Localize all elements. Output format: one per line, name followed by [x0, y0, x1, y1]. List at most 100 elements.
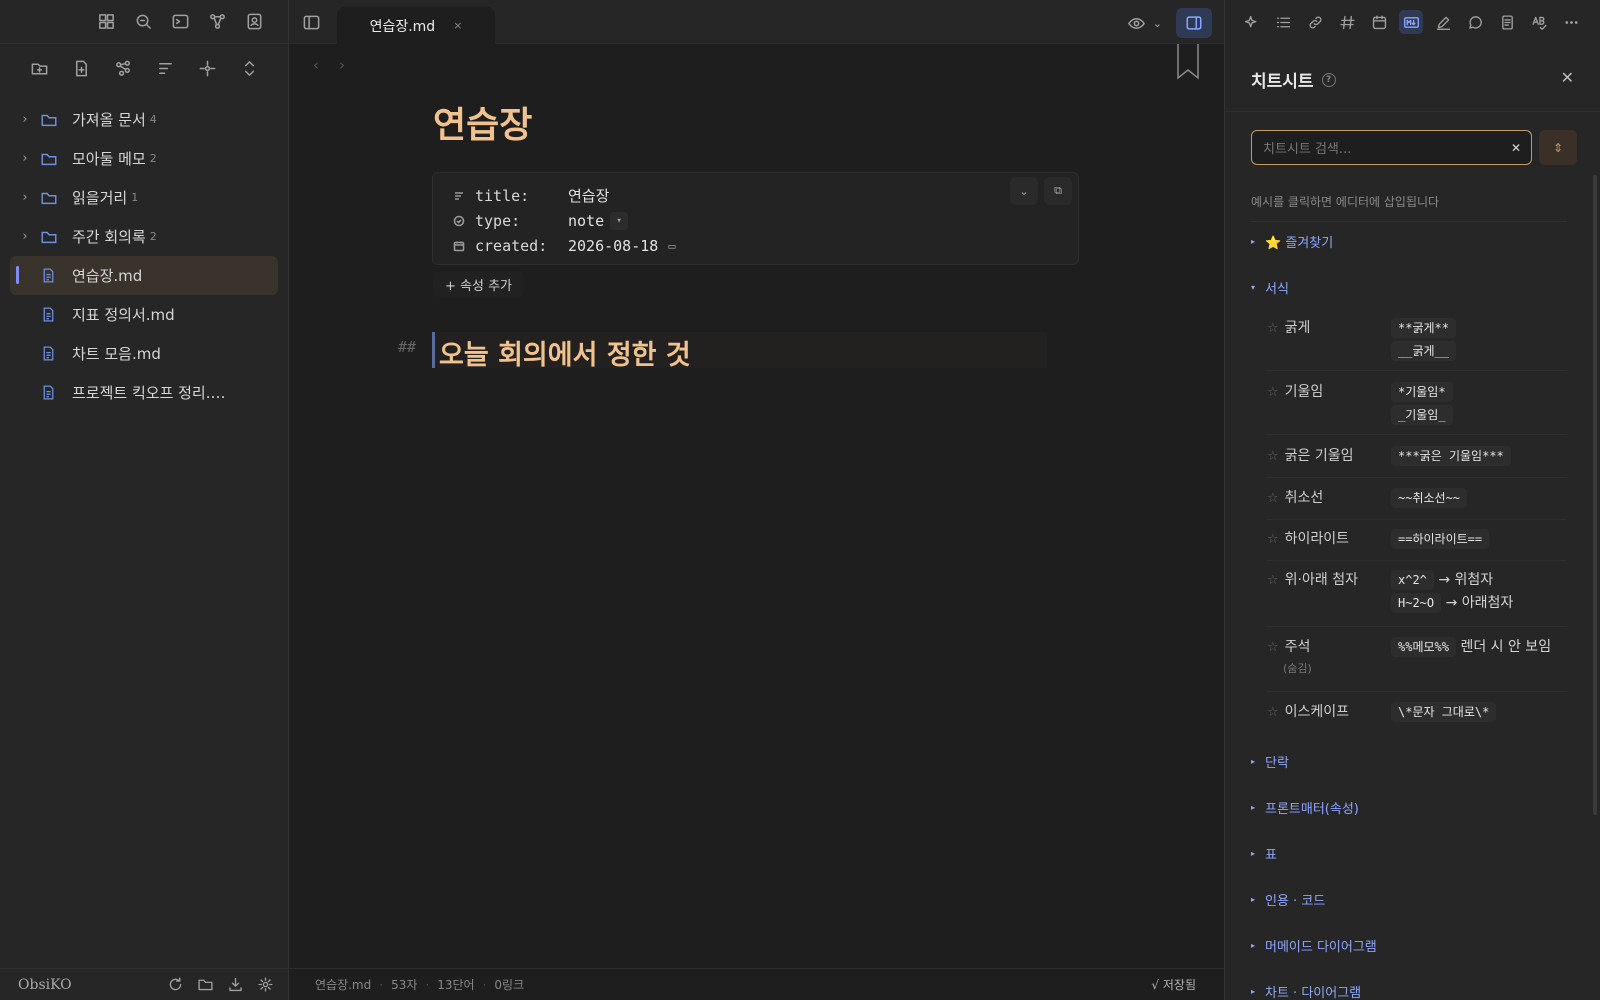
hierarchy-icon[interactable] — [111, 56, 135, 80]
sparkle-icon[interactable] — [1239, 10, 1263, 34]
property-row[interactable]: type: note ▾ — [453, 208, 1078, 233]
folder-count: 4 — [149, 113, 157, 126]
right-panel-toggle-icon[interactable] — [1176, 8, 1212, 38]
refresh-icon[interactable] — [163, 973, 187, 997]
example-code[interactable]: ~~취소선~~ — [1391, 488, 1468, 508]
star-icon[interactable]: ☆ — [1267, 385, 1279, 400]
folder-icon — [40, 111, 64, 129]
copy-icon[interactable]: ⧉ — [1044, 177, 1072, 205]
example-code[interactable]: %%메모%% — [1391, 637, 1456, 657]
list-icon[interactable] — [1271, 10, 1295, 34]
tree-folder[interactable]: › 주간 회의록 2 — [10, 217, 278, 256]
terminal-icon[interactable] — [168, 10, 192, 34]
graph-icon[interactable] — [205, 10, 229, 34]
dashboard-icon[interactable] — [94, 10, 118, 34]
comment-icon[interactable] — [1463, 10, 1487, 34]
section-mermaid[interactable]: ▸ 머메이드 다이어그램 — [1251, 936, 1377, 955]
back-arrow-icon[interactable]: ‹ — [313, 56, 319, 74]
calendar-icon[interactable] — [1367, 10, 1391, 34]
section-quote-code[interactable]: ▸ 인용 · 코드 — [1251, 890, 1325, 909]
settings-gear-icon[interactable] — [253, 973, 277, 997]
star-icon[interactable]: ☆ — [1267, 449, 1279, 464]
example-code[interactable]: ==하이라이트== — [1391, 529, 1490, 549]
chevron-right-icon[interactable]: › — [10, 112, 40, 127]
scrollbar[interactable] — [1593, 175, 1597, 815]
download-icon[interactable] — [223, 973, 247, 997]
star-icon[interactable]: ☆ — [1267, 640, 1279, 655]
spellcheck-icon[interactable] — [1527, 10, 1551, 34]
chevron-right-icon[interactable]: › — [10, 229, 40, 244]
pen-icon[interactable] — [1431, 10, 1455, 34]
section-favorites[interactable]: ▸ ⭐ 즐겨찾기 — [1251, 232, 1333, 251]
new-note-icon[interactable] — [69, 56, 93, 80]
tab-active[interactable]: 연습장.md × — [337, 7, 495, 44]
link-icon[interactable] — [1303, 10, 1327, 34]
section-label: 차트 · 다이어그램 — [1265, 986, 1362, 1000]
tree-file[interactable]: 지표 정의서.md — [10, 295, 278, 334]
collapse-all-icon[interactable] — [237, 56, 261, 80]
folder-name: 가져올 문서 — [72, 111, 146, 129]
sort-icon[interactable] — [153, 56, 177, 80]
contact-card-icon[interactable] — [242, 10, 266, 34]
property-value[interactable]: note — [568, 212, 604, 230]
sidebar-toggle-icon[interactable] — [299, 10, 323, 34]
example-code[interactable]: *기울임* — [1391, 382, 1453, 402]
add-property-button[interactable]: + 속성 추가 — [433, 271, 524, 297]
document-icon[interactable] — [1495, 10, 1519, 34]
search-icon[interactable] — [131, 10, 155, 34]
tree-folder[interactable]: › 가져올 문서 4 — [10, 100, 278, 139]
property-key: type: — [475, 211, 521, 230]
collapse-chevron-icon[interactable]: ⌄ — [1010, 177, 1038, 205]
property-row[interactable]: created: 2026-08-18 ▭ — [453, 233, 1078, 258]
status-links: 0링크 — [494, 978, 525, 992]
file-icon — [40, 345, 64, 362]
date-picker-icon[interactable]: ▭ — [668, 239, 675, 253]
hashtag-icon[interactable] — [1335, 10, 1359, 34]
close-icon[interactable]: ✕ — [1561, 68, 1574, 87]
example-code[interactable]: _기울임_ — [1391, 405, 1453, 425]
tree-file-active[interactable]: 연습장.md — [10, 256, 278, 295]
forward-arrow-icon[interactable]: › — [339, 56, 345, 74]
tree-file[interactable]: 프로젝트 킥오프 정리.… — [10, 373, 278, 412]
new-folder-icon[interactable] — [27, 56, 51, 80]
clear-search-icon[interactable]: ✕ — [1511, 141, 1521, 155]
section-format[interactable]: ▾ 서식 — [1251, 278, 1289, 297]
example-code[interactable]: x^2^ — [1391, 570, 1434, 590]
section-frontmatter[interactable]: ▸ 프론트매터(속성) — [1251, 798, 1359, 817]
folder-open-icon[interactable] — [193, 973, 217, 997]
property-row[interactable]: title: 연습장 — [453, 183, 1078, 208]
reveal-file-icon[interactable] — [195, 56, 219, 80]
example-code[interactable]: H~2~O — [1391, 593, 1442, 613]
star-icon[interactable]: ☆ — [1267, 705, 1279, 720]
example-code[interactable]: __굵게__ — [1391, 341, 1456, 361]
tree-file[interactable]: 차트 모음.md — [10, 334, 278, 373]
expand-collapse-button[interactable]: ⇕ — [1539, 130, 1577, 165]
star-icon[interactable]: ☆ — [1267, 573, 1279, 588]
vault-name[interactable]: ObsiKO — [18, 977, 72, 993]
help-icon[interactable]: ? — [1321, 72, 1336, 87]
bookmark-icon[interactable] — [1176, 44, 1200, 84]
view-mode-button[interactable]: ⌄ — [1125, 11, 1162, 35]
chevron-right-icon[interactable]: › — [10, 151, 40, 166]
dropdown-icon[interactable]: ▾ — [610, 211, 629, 230]
cheatsheet-search-input[interactable]: 치트시트 검색... ✕ — [1251, 130, 1532, 165]
section-table[interactable]: ▸ 표 — [1251, 844, 1277, 863]
property-value[interactable]: 2026-08-18 — [568, 237, 658, 255]
example-code[interactable]: ***굵은 기울임*** — [1391, 446, 1511, 466]
star-icon[interactable]: ☆ — [1267, 491, 1279, 506]
example-code[interactable]: **굵게** — [1391, 318, 1456, 338]
markdown-cheatsheet-icon[interactable] — [1399, 10, 1423, 34]
more-options-icon[interactable] — [1559, 10, 1583, 34]
chevron-right-icon[interactable]: › — [10, 190, 40, 205]
tab-close-icon[interactable]: × — [453, 19, 462, 32]
property-value[interactable]: 연습장 — [568, 185, 609, 206]
tree-folder[interactable]: › 읽을거리 1 — [10, 178, 278, 217]
section-paragraph[interactable]: ▸ 단락 — [1251, 752, 1289, 771]
tree-folder[interactable]: › 모아둘 메모 2 — [10, 139, 278, 178]
star-icon[interactable]: ☆ — [1267, 532, 1279, 547]
example-code[interactable]: \*문자 그대로\* — [1391, 702, 1497, 722]
note-title[interactable]: 연습장 — [433, 96, 532, 148]
star-icon[interactable]: ☆ — [1267, 321, 1279, 336]
section-chart-diagram[interactable]: ▸ 차트 · 다이어그램 — [1251, 982, 1361, 1000]
heading-2[interactable]: 오늘 회의에서 정한 것 — [439, 333, 691, 372]
